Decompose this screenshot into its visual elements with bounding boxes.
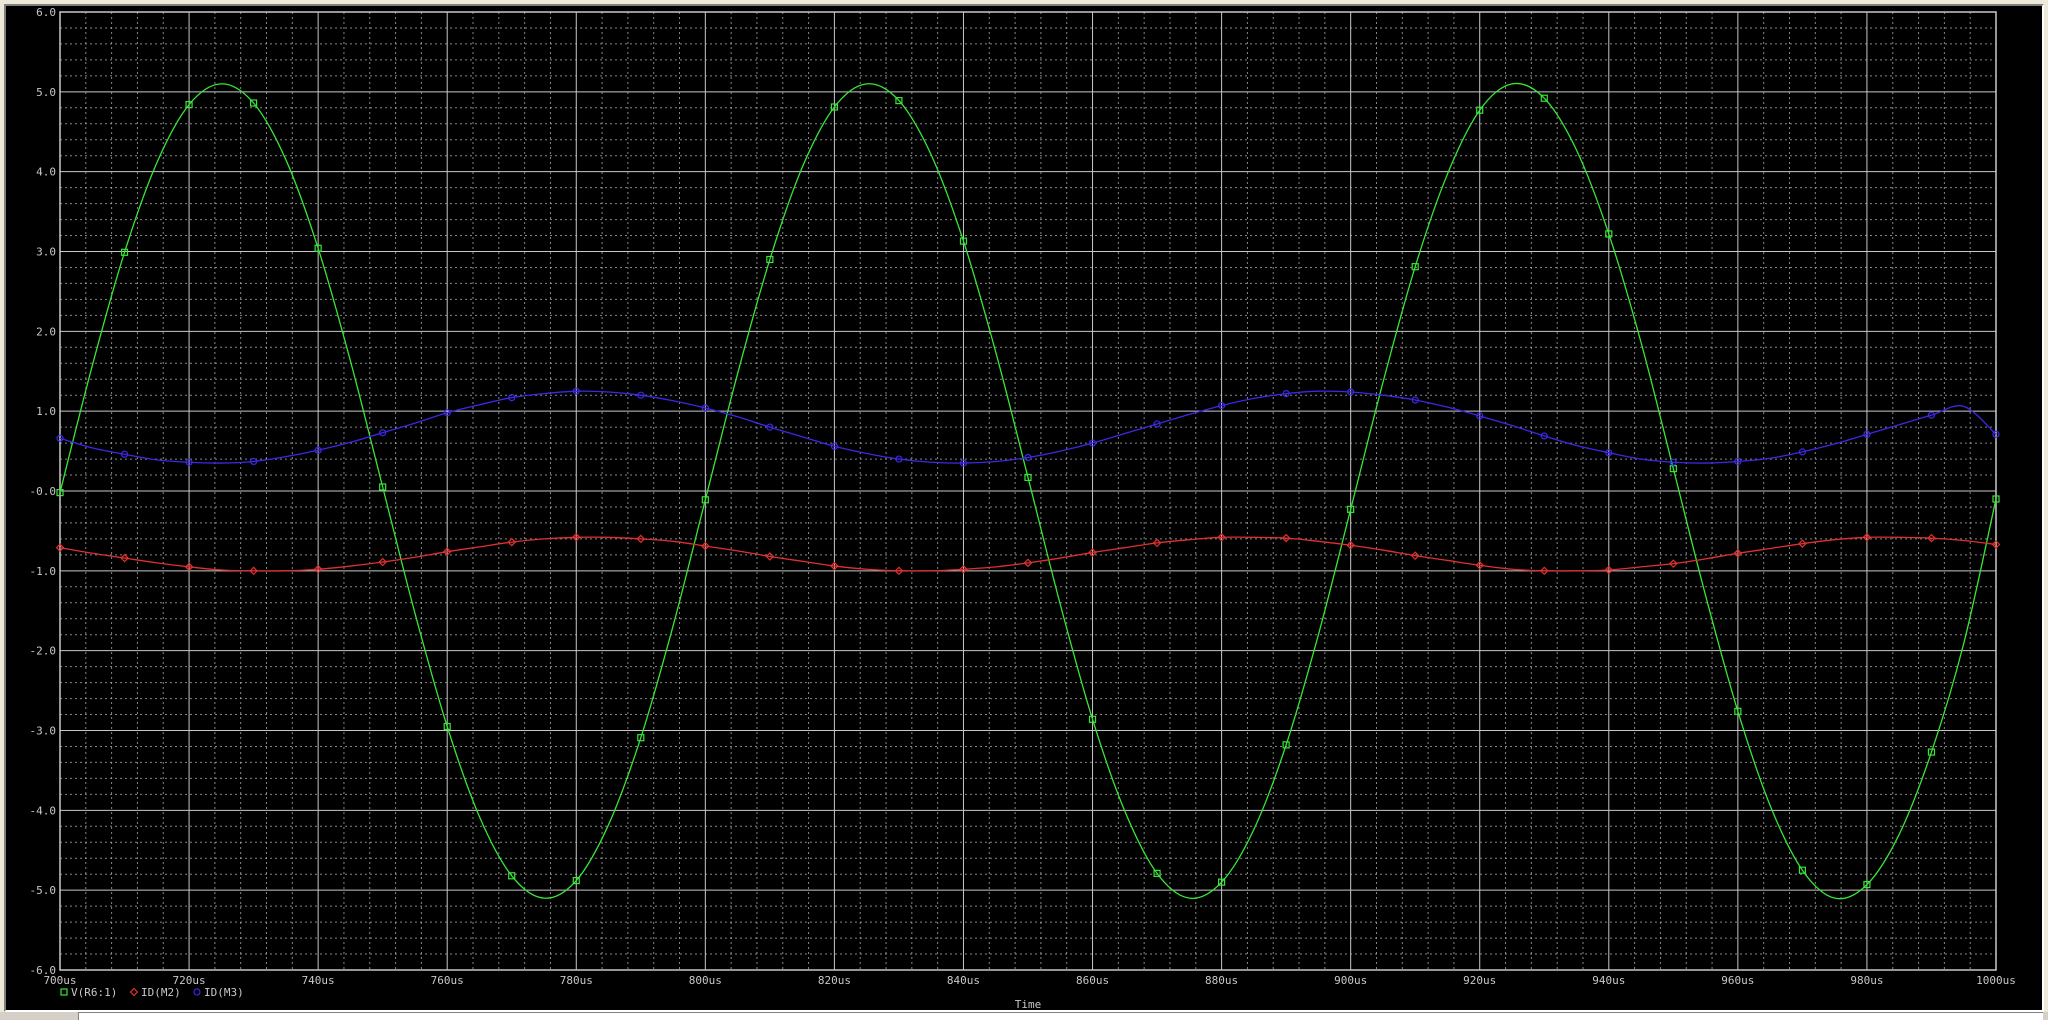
y-tick-label: 5.0 <box>36 86 56 99</box>
y-tick-label: 1.0 <box>36 405 56 418</box>
x-tick-label: 920us <box>1463 974 1496 987</box>
legend-item: ID(M2) <box>129 986 181 999</box>
legend-item: ID(M3) <box>193 986 244 999</box>
y-tick-label: -1.0 <box>30 565 57 578</box>
x-tick-label: 860us <box>1076 974 1109 987</box>
data-point <box>193 988 201 996</box>
y-tick-label: -3.0 <box>30 725 57 738</box>
y-tick-label: -4.0 <box>30 804 57 817</box>
x-axis-ticks: 700us 720us 740us 760us 780us 800us 820us 840us… <box>43 974 2015 987</box>
x-tick-label: 980us <box>1850 974 1883 987</box>
y-tick-label: -0.0 <box>30 485 57 498</box>
data-point <box>60 988 68 996</box>
series-id-m2- <box>55 532 2001 576</box>
y-tick-label: -5.0 <box>30 884 57 897</box>
x-tick-label: 1000us <box>1976 974 2016 987</box>
y-axis-ticks: 6.0 5.0 4.0 3.0 2.0 1.0 -0.0 -1.0 -2.0 -3.0 -4.0 -5… <box>30 6 57 977</box>
x-tick-label: 820us <box>818 974 851 987</box>
legend-label: ID(M2) <box>141 986 181 999</box>
x-axis-label: Time <box>1015 998 1042 1010</box>
x-tick-label: 940us <box>1592 974 1625 987</box>
x-tick-label: 760us <box>431 974 464 987</box>
legend-label: ID(M3) <box>204 986 244 999</box>
y-tick-label: 3.0 <box>36 246 56 259</box>
plot-frame: 6.0 5.0 4.0 3.0 2.0 1.0 -0.0 -1.0 -2.0 -3.0 -4.0 -5… <box>0 0 2048 1020</box>
chart[interactable]: 6.0 5.0 4.0 3.0 2.0 1.0 -0.0 -1.0 -2.0 -3.0 -4.0 -5… <box>6 6 2042 1010</box>
legend-item: V(R6:1) <box>60 986 117 999</box>
status-field <box>78 1012 2043 1020</box>
plot-window[interactable]: 6.0 5.0 4.0 3.0 2.0 1.0 -0.0 -1.0 -2.0 -3.0 -4.0 -5… <box>4 4 2044 1012</box>
x-tick-label: 740us <box>302 974 335 987</box>
x-tick-label: 900us <box>1334 974 1367 987</box>
x-tick-label: 780us <box>560 974 593 987</box>
x-tick-label: 840us <box>947 974 980 987</box>
x-tick-label: 880us <box>1205 974 1238 987</box>
x-tick-label: 800us <box>689 974 722 987</box>
series-id-m3- <box>56 387 2000 467</box>
y-tick-label: -2.0 <box>30 645 57 658</box>
y-tick-label: 6.0 <box>36 6 56 19</box>
y-tick-label: 4.0 <box>36 166 56 179</box>
data-point <box>129 987 139 997</box>
y-tick-label: 2.0 <box>36 325 56 338</box>
x-tick-label: 960us <box>1721 974 1754 987</box>
legend: V(R6:1) ID(M2) ID(M3) <box>60 986 244 999</box>
legend-label: V(R6:1) <box>71 986 117 999</box>
